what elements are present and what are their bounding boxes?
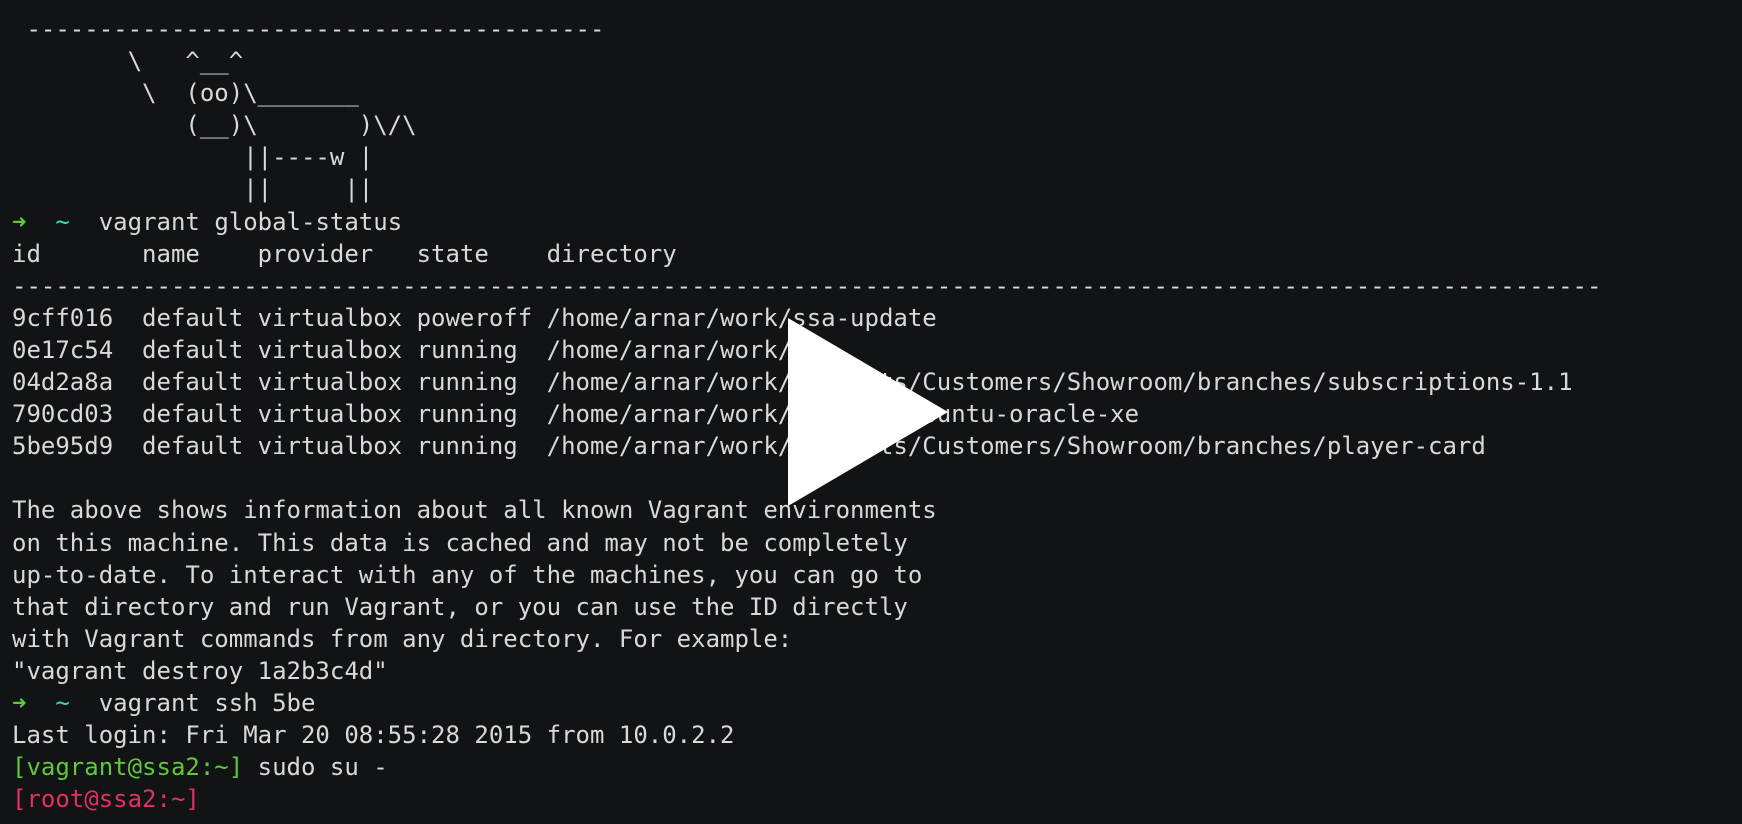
last-login-line: Last login: Fri Mar 20 08:55:28 2015 fro… <box>12 721 735 750</box>
status-table-separator: ----------------------------------------… <box>12 271 1602 300</box>
info-text-line: on this machine. This data is cached and… <box>12 528 908 557</box>
vagrant-prompt-line: [vagrant@ssa2:~] sudo su - <box>12 751 1742 783</box>
cowsay-art-line: || || <box>12 175 374 204</box>
info-text-line: that directory and run Vagrant, or you c… <box>12 592 908 621</box>
shell-prompt-line: ➜ ~ vagrant ssh 5be <box>12 687 1742 719</box>
prompt-arrow-icon: ➜ <box>12 207 27 236</box>
info-text-line: up-to-date. To interact with any of the … <box>12 560 923 589</box>
cowsay-art-line: \ (oo)\_______ <box>12 79 359 108</box>
prompt-directory: ~ <box>55 207 70 236</box>
prompt-directory: ~ <box>55 688 70 717</box>
info-text-line: "vagrant destroy 1a2b3c4d" <box>12 656 388 685</box>
cowsay-art-line: ---------------------------------------- <box>12 15 605 43</box>
terminal-window[interactable]: ----------------------------------------… <box>0 0 1742 824</box>
cowsay-art-line: \ ^__^ <box>12 47 244 76</box>
prompt-command: vagrant ssh 5be <box>98 688 316 717</box>
status-table-header: id name provider state directory <box>12 239 677 268</box>
info-text-line: with Vagrant commands from any directory… <box>12 624 793 653</box>
prompt-arrow-icon: ➜ <box>12 688 27 717</box>
vagrant-user-prompt: [vagrant@ssa2:~] <box>12 753 244 782</box>
root-prompt-line[interactable]: [root@ssa2:~] <box>12 783 1742 815</box>
prompt-command: vagrant global-status <box>98 207 403 236</box>
vagrant-command: sudo su - <box>257 753 388 782</box>
cowsay-art-line: ||----w | <box>12 143 374 172</box>
root-user-prompt: [root@ssa2:~] <box>12 785 200 814</box>
play-icon[interactable] <box>788 318 948 506</box>
cowsay-art-line: (__)\ )\/\ <box>12 111 417 140</box>
shell-prompt-line: ➜ ~ vagrant global-status <box>12 206 1742 238</box>
